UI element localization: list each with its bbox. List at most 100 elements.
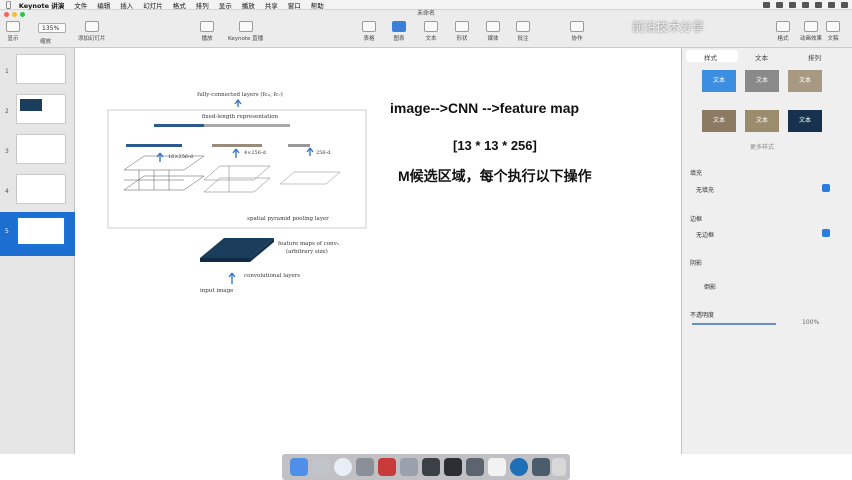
fill-dropdown-chevron-icon[interactable] xyxy=(822,184,830,192)
feature-maps-size-label: (arbitrary size) xyxy=(286,248,328,255)
menu-app[interactable]: Keynote 讲演 xyxy=(19,0,64,10)
search-icon[interactable] xyxy=(828,2,835,8)
slide-thumbnail-selected[interactable] xyxy=(16,216,66,246)
fill-section-title[interactable]: 填充 xyxy=(690,168,702,177)
menu-insert[interactable]: 插入 xyxy=(120,0,133,10)
document-icon xyxy=(826,21,840,32)
chart-button[interactable]: 图表 xyxy=(392,21,406,42)
finder-icon[interactable] xyxy=(290,458,308,476)
style-swatch[interactable]: 文本 xyxy=(788,70,822,92)
play-button[interactable]: 播放 xyxy=(200,21,214,42)
menu-window[interactable]: 窗口 xyxy=(288,0,301,10)
menu-play[interactable]: 播放 xyxy=(242,0,255,10)
tab-style[interactable]: 样式 xyxy=(704,52,717,62)
text-button[interactable]: 文本 xyxy=(424,21,438,42)
style-swatch[interactable]: 文本 xyxy=(788,110,822,132)
minimize-window-button[interactable] xyxy=(12,12,17,17)
spp-net-diagram: fully-connected layers (fc₆, fc₇) fixed-… xyxy=(107,91,367,294)
app-icon[interactable] xyxy=(400,458,418,476)
table-button[interactable]: 表格 xyxy=(362,21,376,42)
pyramid-grid-4 xyxy=(203,165,271,193)
fill-value[interactable]: 无填充 xyxy=(696,185,714,194)
view-button[interactable]: 显示 xyxy=(6,21,20,42)
arrow-up-icon xyxy=(232,148,240,158)
battery-icon[interactable] xyxy=(815,2,822,8)
status-icon[interactable] xyxy=(763,2,770,8)
text-app-icon[interactable] xyxy=(488,458,506,476)
format-button[interactable]: 格式 xyxy=(776,21,790,42)
app-icon[interactable] xyxy=(422,458,440,476)
play-icon xyxy=(200,21,214,32)
diagram-frame xyxy=(107,109,367,229)
slide-thumbnail[interactable] xyxy=(16,134,66,164)
system-preferences-icon[interactable] xyxy=(356,458,374,476)
zoom-window-button[interactable] xyxy=(20,12,25,17)
view-icon xyxy=(6,21,20,32)
tab-arrange[interactable]: 排列 xyxy=(808,52,821,62)
app-icon[interactable] xyxy=(510,458,528,476)
shape-button[interactable]: 形状 xyxy=(455,21,469,42)
shape-icon xyxy=(455,21,469,32)
menu-view[interactable]: 显示 xyxy=(219,0,232,10)
add-slide-button[interactable]: 添加幻灯片 xyxy=(78,21,106,42)
menu-format[interactable]: 格式 xyxy=(173,0,186,10)
slide-thumbnail[interactable] xyxy=(16,174,66,204)
dock xyxy=(282,454,570,480)
style-swatch[interactable]: 文本 xyxy=(702,70,736,92)
trash-icon[interactable] xyxy=(552,458,566,476)
slide-thumbnail[interactable] xyxy=(16,94,66,124)
arrow-up-icon xyxy=(228,272,236,284)
parallels-icon[interactable] xyxy=(378,458,396,476)
keynote-live-icon xyxy=(238,21,253,32)
style-swatch[interactable]: 文本 xyxy=(702,110,736,132)
shadow-section-title[interactable]: 阴影 xyxy=(690,258,702,267)
border-dropdown-chevron-icon[interactable] xyxy=(822,229,830,237)
comment-button[interactable]: 批注 xyxy=(516,21,530,42)
menu-slide[interactable]: 幻灯片 xyxy=(143,0,163,10)
menu-file[interactable]: 文件 xyxy=(74,0,87,10)
opacity-slider[interactable] xyxy=(692,323,776,325)
slide-heading[interactable]: image-->CNN -->feature map xyxy=(390,100,579,116)
border-section-title[interactable]: 边框 xyxy=(690,214,702,223)
more-styles-label[interactable]: 更多样式 xyxy=(750,142,774,151)
slide-note-text[interactable]: M候选区域，每个执行以下操作 xyxy=(398,166,592,186)
status-icon[interactable] xyxy=(776,2,783,8)
status-icon[interactable] xyxy=(789,2,796,8)
tab-text[interactable]: 文本 xyxy=(755,52,768,62)
keynote-live-button[interactable]: Keynote 直播 xyxy=(228,21,263,42)
menu-arrange[interactable]: 排列 xyxy=(196,0,209,10)
launchpad-icon[interactable] xyxy=(312,458,330,476)
style-swatch[interactable]: 文本 xyxy=(745,110,779,132)
safari-icon[interactable] xyxy=(334,458,352,476)
app-icon[interactable] xyxy=(466,458,484,476)
media-button[interactable]: 媒体 xyxy=(486,21,500,42)
spp-layer-label: spatial pyramid pooling layer xyxy=(247,216,329,222)
text-icon xyxy=(424,21,438,32)
zoom-select[interactable]: 135% xyxy=(38,23,66,33)
document-button[interactable]: 文稿 xyxy=(826,21,840,42)
app-icon[interactable] xyxy=(532,458,550,476)
menu-share[interactable]: 共享 xyxy=(265,0,278,10)
slide-thumbnail[interactable] xyxy=(16,54,66,84)
close-window-button[interactable] xyxy=(4,12,9,17)
chart-icon xyxy=(392,21,406,32)
apple-icon[interactable]:  xyxy=(6,0,11,9)
dim-4-label: 4×256-d xyxy=(244,150,267,156)
menu-help[interactable]: 帮助 xyxy=(311,0,324,10)
input-image-label: input image xyxy=(200,288,233,294)
conv-layers-label: convolutional layers xyxy=(244,273,300,279)
collaborate-button[interactable]: 协作 xyxy=(570,21,584,42)
border-value[interactable]: 无边框 xyxy=(696,230,714,239)
menu-edit[interactable]: 编辑 xyxy=(97,0,110,10)
zoom-label: 缩放 xyxy=(40,39,52,45)
reflection-checkbox-label[interactable]: 倒影 xyxy=(704,282,716,291)
pyramid-grid-1 xyxy=(279,171,341,185)
style-swatch[interactable]: 文本 xyxy=(745,70,779,92)
opacity-value[interactable]: 100% xyxy=(802,319,819,326)
menu-list-icon[interactable] xyxy=(841,2,848,8)
terminal-icon[interactable] xyxy=(444,458,462,476)
wifi-icon[interactable] xyxy=(802,2,809,8)
animate-button[interactable]: 动画效果 xyxy=(800,21,822,42)
pyramid-grid-16 xyxy=(123,155,205,191)
slide-shape-text[interactable]: [13 * 13 * 256] xyxy=(453,138,537,153)
